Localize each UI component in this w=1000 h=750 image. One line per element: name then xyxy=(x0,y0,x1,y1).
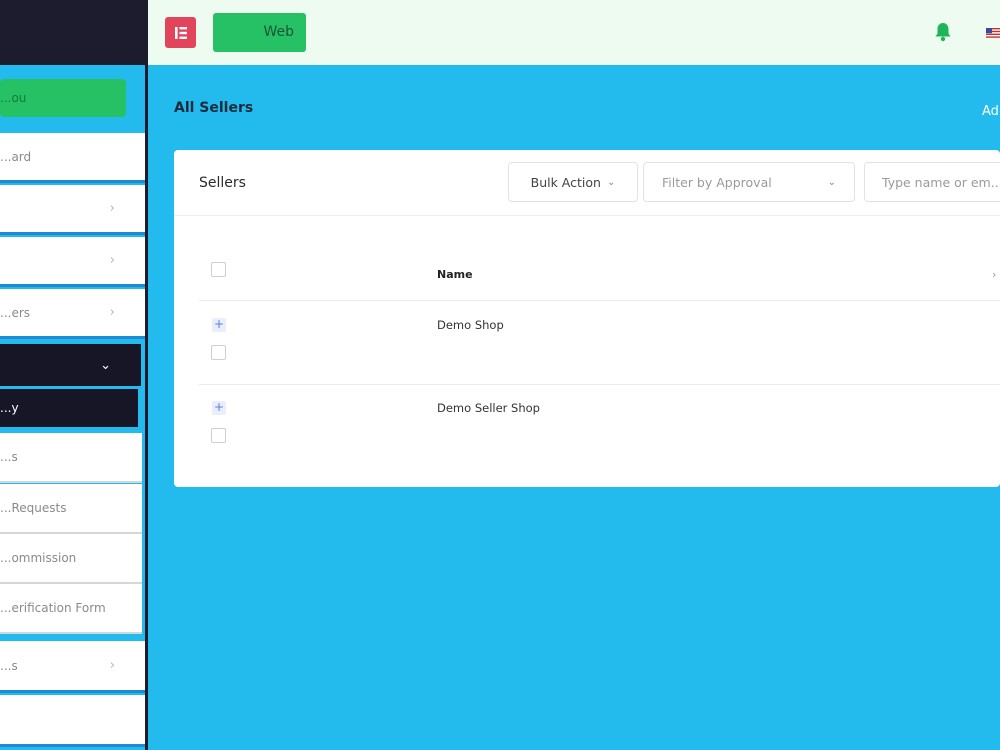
row-divider xyxy=(199,384,1000,385)
chevron-down-icon: ⌄ xyxy=(100,357,111,373)
chevron-right-icon: › xyxy=(109,253,115,268)
filter-approval-select[interactable]: Filter by Approval ⌄ xyxy=(643,162,855,202)
column-header-name: Name xyxy=(437,268,473,281)
page-title: All Sellers xyxy=(174,100,254,116)
row-divider xyxy=(199,300,1000,301)
sidebar-item-customers[interactable]: ...ers › xyxy=(0,289,145,339)
card-title: Sellers xyxy=(199,175,246,191)
sidebar-item-3[interactable]: › xyxy=(0,237,145,287)
card-divider xyxy=(174,215,1000,216)
sidebar-item-7[interactable] xyxy=(0,695,145,747)
expand-row-icon[interactable]: + xyxy=(212,401,226,415)
chevron-right-icon: › xyxy=(109,658,115,673)
sidebar-subitem-label: ...erification Form xyxy=(0,601,106,615)
elementor-icon[interactable] xyxy=(165,17,196,48)
filter-approval-placeholder: Filter by Approval xyxy=(662,174,772,190)
search-placeholder: Type name or em... xyxy=(882,174,1000,190)
sidebar-subitem-all-sellers[interactable]: ...y xyxy=(0,389,138,427)
table-row: Demo Seller Shop xyxy=(437,401,540,415)
sidebar-item-2[interactable]: › xyxy=(0,185,145,235)
sidebar-item-sellers[interactable]: ⌄ xyxy=(0,344,141,386)
bulk-action-label: Bulk Action xyxy=(530,174,601,190)
sidebar-subitem-2[interactable]: ...s xyxy=(0,433,142,483)
sidebar-subitem-label: ...ommission xyxy=(0,551,77,565)
sidebar-subitem-label: ...s xyxy=(0,450,18,464)
select-all-checkbox[interactable] xyxy=(211,262,226,277)
sidebar-subitem-commission[interactable]: ...ommission xyxy=(0,534,142,584)
sidebar-item-dashboard[interactable]: ...ard xyxy=(0,133,145,183)
sellers-card: Sellers Bulk Action ⌄ Filter by Approval… xyxy=(174,150,1000,487)
sidebar-cta-label: ...ou xyxy=(0,91,27,105)
sidebar: ...ou ...ard › › ...ers › ⌄ ...y ...s ..… xyxy=(0,0,148,750)
sidebar-subitem-label: ...y xyxy=(0,401,19,415)
expand-row-icon[interactable]: + xyxy=(212,318,226,332)
sidebar-logo-area xyxy=(0,0,148,65)
sidebar-subitem-verification-form[interactable]: ...erification Form xyxy=(0,584,142,634)
sidebar-item-6[interactable]: ...s › xyxy=(0,641,145,693)
chevron-right-icon: › xyxy=(109,305,115,320)
sidebar-item-label: ...s xyxy=(0,658,18,673)
search-input[interactable]: Type name or em... xyxy=(864,162,1000,202)
sidebar-cta-button[interactable]: ...ou xyxy=(0,79,126,117)
sidebar-edge xyxy=(145,65,148,750)
sidebar-subitem-requests[interactable]: ...Requests xyxy=(0,484,142,534)
sidebar-item-label: ...ard xyxy=(0,149,32,164)
add-seller-link[interactable]: Ad... xyxy=(982,104,1000,119)
row-checkbox[interactable] xyxy=(211,345,226,360)
web-button[interactable]: Web xyxy=(213,13,306,52)
column-sort-icon[interactable]: › xyxy=(992,268,996,281)
web-button-label: Web xyxy=(263,24,294,40)
topbar: Web xyxy=(148,0,1000,65)
chevron-right-icon: › xyxy=(109,201,115,216)
table-row: Demo Shop xyxy=(437,318,504,332)
row-checkbox[interactable] xyxy=(211,428,226,443)
us-flag-icon[interactable] xyxy=(986,28,1000,38)
chevron-down-icon: ⌄ xyxy=(827,176,836,188)
chevron-down-icon: ⌄ xyxy=(606,176,616,188)
sidebar-subitem-label: ...Requests xyxy=(0,501,67,515)
sidebar-item-label: ...ers xyxy=(0,305,31,320)
bulk-action-dropdown[interactable]: Bulk Action ⌄ xyxy=(508,162,638,202)
bell-icon[interactable] xyxy=(934,22,952,42)
